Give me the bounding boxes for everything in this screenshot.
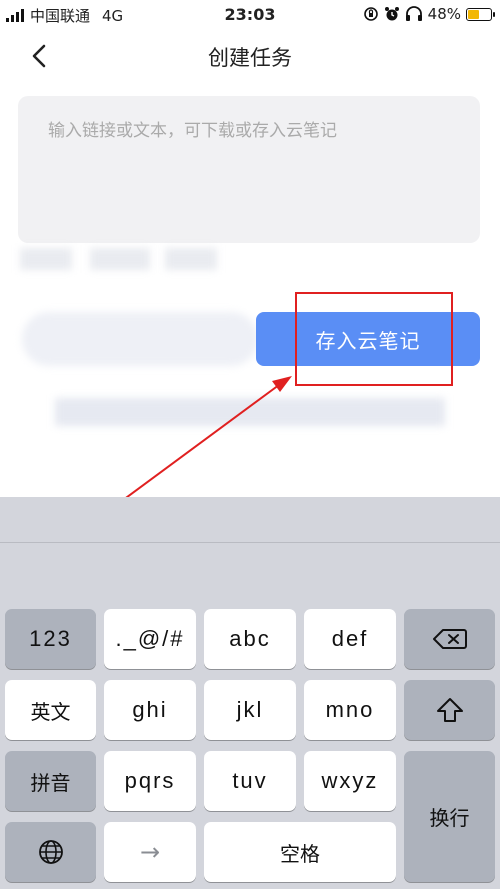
key-def[interactable]: def	[304, 609, 396, 669]
headphones-icon	[405, 6, 422, 21]
key-ghi[interactable]: ghi	[104, 680, 196, 740]
key-mno[interactable]: mno	[304, 680, 396, 740]
nav-bar: 创建任务	[0, 30, 500, 82]
keyboard: 123 ._@/# abc def 英文 ghi jkl mno 拼音 pqrs…	[0, 497, 500, 889]
key-pqrs[interactable]: pqrs	[104, 751, 196, 811]
link-text-input[interactable]: 输入链接或文本，可下载或存入云笔记	[18, 96, 480, 243]
input-placeholder: 输入链接或文本，可下载或存入云笔记	[48, 121, 337, 141]
enter-key[interactable]: 换行	[404, 751, 495, 882]
key-pinyin[interactable]: 拼音	[5, 751, 96, 811]
alarm-icon	[384, 7, 399, 21]
key-123[interactable]: 123	[5, 609, 96, 669]
battery-percent: 48%	[427, 5, 461, 23]
backspace-icon	[432, 629, 467, 649]
redacted-text	[90, 248, 150, 270]
status-bar: 中国联通 4G 23:03 48%	[0, 0, 500, 30]
redacted-text	[55, 398, 445, 426]
page-title: 创建任务	[208, 46, 292, 70]
save-to-cloud-note-button[interactable]: 存入云笔记	[256, 312, 480, 366]
redacted-text	[165, 248, 217, 270]
redacted-button	[22, 312, 258, 366]
key-wxyz[interactable]: wxyz	[304, 751, 396, 811]
shift-key[interactable]	[404, 680, 495, 740]
next-key[interactable]: →	[104, 822, 196, 882]
backspace-key[interactable]	[404, 609, 495, 669]
key-english[interactable]: 英文	[5, 680, 96, 740]
redacted-text	[20, 248, 72, 270]
status-right: 48%	[363, 5, 495, 23]
keyboard-candidate-bar	[0, 497, 500, 543]
globe-key[interactable]	[5, 822, 96, 882]
space-key[interactable]: 空格	[204, 822, 396, 882]
key-symbols[interactable]: ._@/#	[104, 609, 196, 669]
key-tuv[interactable]: tuv	[204, 751, 296, 811]
key-jkl[interactable]: jkl	[204, 680, 296, 740]
key-abc[interactable]: abc	[204, 609, 296, 669]
shift-arrow-icon	[436, 698, 463, 722]
rotation-lock-icon	[363, 7, 378, 21]
battery-icon	[466, 7, 495, 21]
globe-icon	[38, 840, 63, 864]
